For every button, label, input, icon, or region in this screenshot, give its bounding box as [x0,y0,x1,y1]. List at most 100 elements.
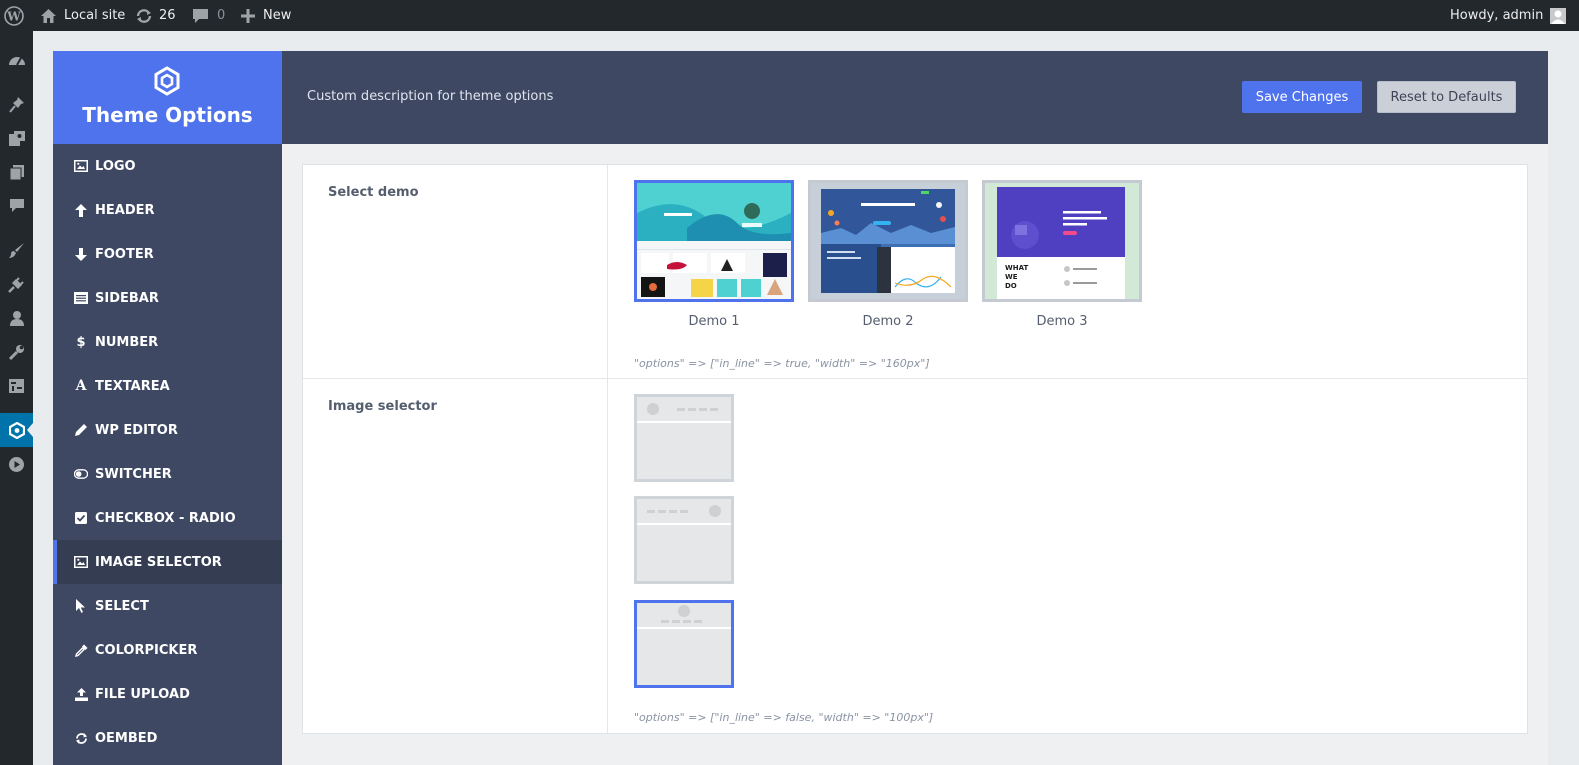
nav-label: COLORPICKER [95,642,198,658]
admin-menu [0,31,33,765]
comments-icon[interactable] [0,189,33,223]
nav-item-footer[interactable]: FOOTER [53,232,282,276]
checkbox-icon [74,511,88,525]
section-nav: LOGO HEADER FOOTER SIDEBAR $ NUMBER A TE… [53,144,282,765]
svg-text:WE: WE [1005,273,1018,281]
svg-text:WHAT: WHAT [1005,264,1028,272]
font-icon: A [75,378,87,394]
svg-text:DO: DO [1005,282,1017,290]
my-account-link[interactable]: Howdy, admin [1450,0,1567,31]
plus-icon [241,8,255,23]
nav-item-header[interactable]: HEADER [53,188,282,232]
dashboard-icon[interactable] [0,43,33,77]
nav-label: SWITCHER [95,466,172,482]
nav-item-select[interactable]: SELECT [53,584,282,628]
nav-item-textarea[interactable]: A TEXTAREA [53,364,282,408]
menu-placeholder [669,510,677,513]
posts-pin-icon[interactable] [0,87,33,121]
upload-icon [74,687,88,701]
nav-label: FOOTER [95,246,154,262]
layout-option-logo-center[interactable] [634,600,734,688]
admin-bar: W Local site 26 0 New Howdy, admin [0,0,1579,31]
nav-item-checkbox-radio[interactable]: CHECKBOX - RADIO [53,496,282,540]
demo-2-thumbnail [808,180,968,302]
updates-link[interactable]: 26 [135,0,176,31]
field-label: Image selector [328,399,437,414]
nav-item-number[interactable]: $ NUMBER [53,320,282,364]
logo-placeholder [647,403,659,415]
comment-bubble-icon [192,8,209,24]
settings-icon[interactable] [0,369,33,403]
site-name-link[interactable]: Local site [40,0,125,31]
demo-3-thumbnail: WHAT WE DO [982,180,1142,302]
refresh-icon [74,731,88,745]
menu-placeholder [647,510,655,513]
home-icon [40,8,57,24]
reset-defaults-button[interactable]: Reset to Defaults [1377,81,1516,113]
nav-item-colorpicker[interactable]: COLORPICKER [53,628,282,672]
arrow-up-icon [74,203,88,217]
site-name: Local site [64,8,126,23]
layout-option-logo-right[interactable] [634,496,734,584]
wordpress-logo-icon[interactable]: W [4,0,24,31]
users-icon[interactable] [0,301,33,335]
field-note: "options" => ["in_line" => false, "width… [634,711,934,724]
header-divider [637,627,731,629]
brand-title: Theme Options [82,103,253,127]
field-label: Select demo [328,185,419,200]
svg-text:W: W [6,9,21,23]
theme-options-icon[interactable] [0,413,33,447]
comments-link[interactable]: 0 [192,0,225,31]
demo-1-thumbnail [634,180,794,302]
tools-icon[interactable] [0,335,33,369]
nav-label: OEMBED [95,730,158,746]
pointer-icon [74,599,88,613]
new-label: New [263,8,292,23]
demo-option-2[interactable]: Demo 2 [808,180,968,329]
menu-placeholder [677,408,685,411]
brand-block: Theme Options [53,51,282,144]
nav-label: NUMBER [95,334,159,350]
panel-description: Custom description for theme options [307,89,554,104]
menu-placeholder [699,408,707,411]
nav-item-file-upload[interactable]: FILE UPLOAD [53,672,282,716]
greeting: Howdy, admin [1450,8,1544,23]
appearance-icon[interactable] [0,233,33,267]
plugins-icon[interactable] [0,267,33,301]
options-content: Select demo Demo 1 Demo 2 WHAT WE DO Dem… [302,164,1528,734]
field-select-demo: Select demo Demo 1 Demo 2 WHAT WE DO Dem… [303,165,1527,379]
nav-label: TEXTAREA [95,378,170,394]
nav-item-logo[interactable]: LOGO [53,144,282,188]
nav-label: LOGO [95,158,136,174]
demo-label: Demo 2 [862,314,914,329]
nav-item-oembed[interactable]: OEMBED [53,716,282,760]
updates-icon [135,8,153,24]
nav-label: IMAGE SELECTOR [95,554,222,570]
image-icon [74,555,88,569]
layout-option-logo-left[interactable] [634,394,734,482]
header-divider [637,523,731,525]
nav-item-sidebar[interactable]: SIDEBAR [53,276,282,320]
hexagon-logo-icon [153,66,181,96]
arrow-down-icon [74,247,88,261]
dollar-icon: $ [76,334,86,350]
menu-placeholder [672,620,680,623]
menu-placeholder [661,620,669,623]
new-content-link[interactable]: New [241,0,291,31]
nav-item-switcher[interactable]: SWITCHER [53,452,282,496]
image-icon [74,159,88,173]
header-divider [637,421,731,423]
theme-options-panel: Theme Options Custom description for the… [53,51,1548,765]
field-image-selector: Image selector "options" => ["in_line" =… [303,379,1527,733]
demo-option-1[interactable]: Demo 1 [634,180,794,329]
nav-label: FILE UPLOAD [95,686,190,702]
nav-item-image-selector[interactable]: IMAGE SELECTOR [53,540,282,584]
save-changes-button[interactable]: Save Changes [1242,81,1362,113]
pages-icon[interactable] [0,155,33,189]
demo-label: Demo 1 [688,314,740,329]
menu-placeholder [683,620,691,623]
video-icon[interactable] [0,447,33,481]
nav-item-wp-editor[interactable]: WP EDITOR [53,408,282,452]
demo-option-3[interactable]: WHAT WE DO Demo 3 [982,180,1142,329]
media-icon[interactable] [0,121,33,155]
